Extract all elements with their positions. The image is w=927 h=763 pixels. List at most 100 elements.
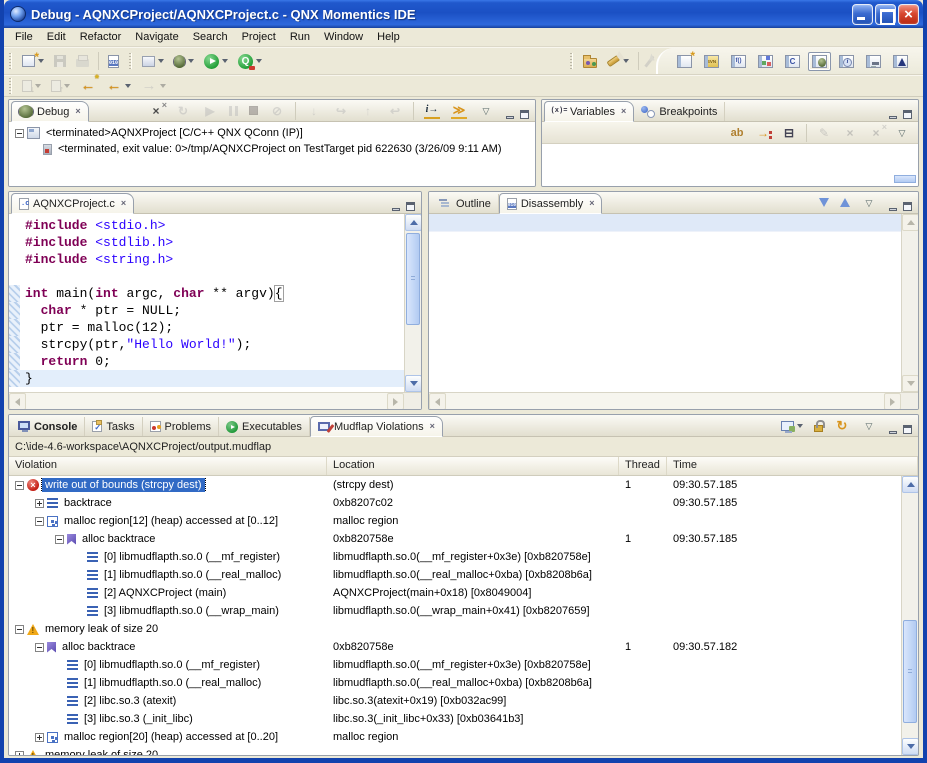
expander-plus[interactable] <box>35 499 44 508</box>
binary-button[interactable] <box>104 52 123 71</box>
violation-row[interactable]: write out of bounds (strcpy dest)(strcpy… <box>9 476 901 494</box>
tab-mudflap-violations[interactable]: Mudflap Violations× <box>310 416 443 437</box>
titlebar[interactable]: Debug - AQNXCProject/AQNXCProject.c - QN… <box>4 0 923 28</box>
violation-row[interactable]: [1] libmudflapth.so.0 (__real_malloc)lib… <box>9 566 901 584</box>
violation-row[interactable]: memory leak of size 20 <box>9 746 901 755</box>
scroll-down-button[interactable] <box>902 738 918 755</box>
menu-project[interactable]: Project <box>235 29 283 45</box>
violations-table[interactable]: write out of bounds (strcpy dest)(strcpy… <box>9 476 901 755</box>
toolbar-drag-handle[interactable] <box>9 53 12 69</box>
dropdown-arrow-icon[interactable] <box>222 59 228 63</box>
tab-outline[interactable]: Outline <box>431 194 499 213</box>
debug-button[interactable] <box>170 52 198 71</box>
dropdown-arrow-icon[interactable] <box>158 59 164 63</box>
tab-problems[interactable]: Problems <box>143 417 219 436</box>
expander-minus[interactable] <box>35 517 44 526</box>
pin-console-button[interactable] <box>810 416 827 435</box>
step-into-button[interactable]: ↓ <box>302 100 326 122</box>
back-button[interactable]: ← <box>102 75 135 97</box>
open-perspective-button[interactable] <box>673 52 696 71</box>
dropdown-arrow-icon[interactable] <box>160 84 166 88</box>
maximize-button[interactable] <box>875 4 896 25</box>
target-perspective-button[interactable] <box>862 52 885 71</box>
maximize-view-button[interactable] <box>900 107 915 121</box>
tab-console[interactable]: Console <box>11 417 85 436</box>
menu-window[interactable]: Window <box>317 29 370 45</box>
violation-row[interactable]: alloc backtrace0xb820758e109:30.57.182 <box>9 638 901 656</box>
dropdown-arrow-icon[interactable] <box>125 84 131 88</box>
debug-tree-row[interactable]: <terminated>AQNXProject [C/C++ QNX QConn… <box>9 125 535 141</box>
forward-button[interactable]: → <box>137 75 170 97</box>
column-header-violation[interactable]: Violation <box>9 457 327 475</box>
violation-row[interactable]: alloc backtrace0xb820758e109:30.57.185 <box>9 530 901 548</box>
remove-all-terminated-button[interactable]: × <box>144 100 168 122</box>
c-perspective-button[interactable]: C <box>781 52 804 71</box>
menu-file[interactable]: File <box>8 29 40 45</box>
instruction-stepping-button[interactable]: i→ <box>420 100 444 122</box>
scroll-down-button[interactable] <box>902 375 918 392</box>
violation-row[interactable]: [0] libmudflapth.so.0 (__mf_register)lib… <box>9 548 901 566</box>
view-menu-button[interactable]: ▽ <box>474 100 498 122</box>
menu-edit[interactable]: Edit <box>40 29 73 45</box>
step-over-button[interactable]: ↪ <box>329 100 353 122</box>
editor-horizontal-scrollbar[interactable] <box>9 392 421 409</box>
menu-run[interactable]: Run <box>283 29 317 45</box>
expander-minus[interactable] <box>15 625 24 634</box>
restart-button[interactable]: ↻ <box>171 100 195 122</box>
horizontal-scrollbar-thumb[interactable] <box>894 175 916 183</box>
menu-navigate[interactable]: Navigate <box>128 29 185 45</box>
disassembly-vertical-scrollbar[interactable] <box>901 214 918 392</box>
tab-debug[interactable]: Debug× <box>11 101 89 122</box>
expander-minus[interactable] <box>35 643 44 652</box>
suspend-button[interactable] <box>225 103 242 119</box>
dropdown-arrow-icon[interactable] <box>256 59 262 63</box>
maximize-view-button[interactable] <box>900 422 915 436</box>
debug-launch-tree[interactable]: <terminated>AQNXProject [C/C++ QNX QConn… <box>9 122 535 186</box>
previous-annotation-button[interactable] <box>47 77 74 95</box>
violation-row[interactable]: [0] libmudflapth.so.0 (__mf_register)lib… <box>9 656 901 674</box>
debug-tree-row[interactable]: <terminated, exit value: 0>/tmp/AQNXCPro… <box>9 141 535 157</box>
system-info-perspective-button[interactable] <box>835 52 858 71</box>
view-menu-button[interactable]: ▽ <box>857 192 881 214</box>
remove-all-button[interactable]: × <box>864 122 888 144</box>
tab-breakpoints[interactable]: Breakpoints <box>634 102 725 121</box>
close-button[interactable] <box>898 4 919 25</box>
dropdown-arrow-icon[interactable] <box>35 84 41 88</box>
search-button[interactable] <box>603 55 633 67</box>
code-editor[interactable]: #include <stdio.h>#include <stdlib.h>#in… <box>9 214 404 392</box>
toolbar-drag-handle[interactable] <box>570 53 573 69</box>
menu-help[interactable]: Help <box>370 29 407 45</box>
last-edit-location-button[interactable]: ← <box>76 75 100 97</box>
tab-executables[interactable]: Executables <box>219 417 310 436</box>
toolbar-drag-handle[interactable] <box>129 53 132 69</box>
scroll-right-button[interactable] <box>884 393 901 410</box>
profile-button[interactable] <box>234 51 266 72</box>
expander-plus[interactable] <box>35 733 44 742</box>
show-logical-structure-button[interactable]: → <box>751 122 775 144</box>
dropdown-arrow-icon[interactable] <box>188 59 194 63</box>
violation-row[interactable]: [3] libmudflapth.so.0 (__wrap_main)libmu… <box>9 602 901 620</box>
view-menu-button[interactable]: ▽ <box>857 415 881 437</box>
menu-refactor[interactable]: Refactor <box>73 29 129 45</box>
display-console-button[interactable] <box>777 418 807 434</box>
view-menu-button[interactable]: ▽ <box>890 122 914 144</box>
change-value-button[interactable]: ✎ <box>812 122 836 144</box>
column-header-time[interactable]: Time <box>667 457 918 475</box>
collapse-all-button[interactable]: ⊟ <box>777 122 801 144</box>
remove-selected-button[interactable]: × <box>838 122 862 144</box>
violation-row[interactable]: malloc region[20] (heap) accessed at [0.… <box>9 728 901 746</box>
function-perspective-button[interactable]: f() <box>727 52 750 71</box>
menu-search[interactable]: Search <box>186 29 235 45</box>
scroll-down-button[interactable] <box>405 375 421 392</box>
close-tab-icon[interactable]: × <box>589 199 594 208</box>
violations-table-header[interactable]: ViolationLocationThreadTime <box>9 457 918 476</box>
maximize-view-button[interactable] <box>900 199 915 213</box>
violation-row[interactable]: malloc region[12] (heap) accessed at [0.… <box>9 512 901 530</box>
drop-to-frame-button[interactable]: ↩ <box>383 100 407 122</box>
dropdown-arrow-icon[interactable] <box>623 59 629 63</box>
minimize-button[interactable] <box>852 4 873 25</box>
scroll-left-button[interactable] <box>9 393 26 410</box>
violation-row[interactable]: [3] libc.so.3 (_init_libc)libc.so.3(_ini… <box>9 710 901 728</box>
debug-perspective-button[interactable] <box>808 52 831 71</box>
minimize-view-button[interactable] <box>388 199 403 213</box>
